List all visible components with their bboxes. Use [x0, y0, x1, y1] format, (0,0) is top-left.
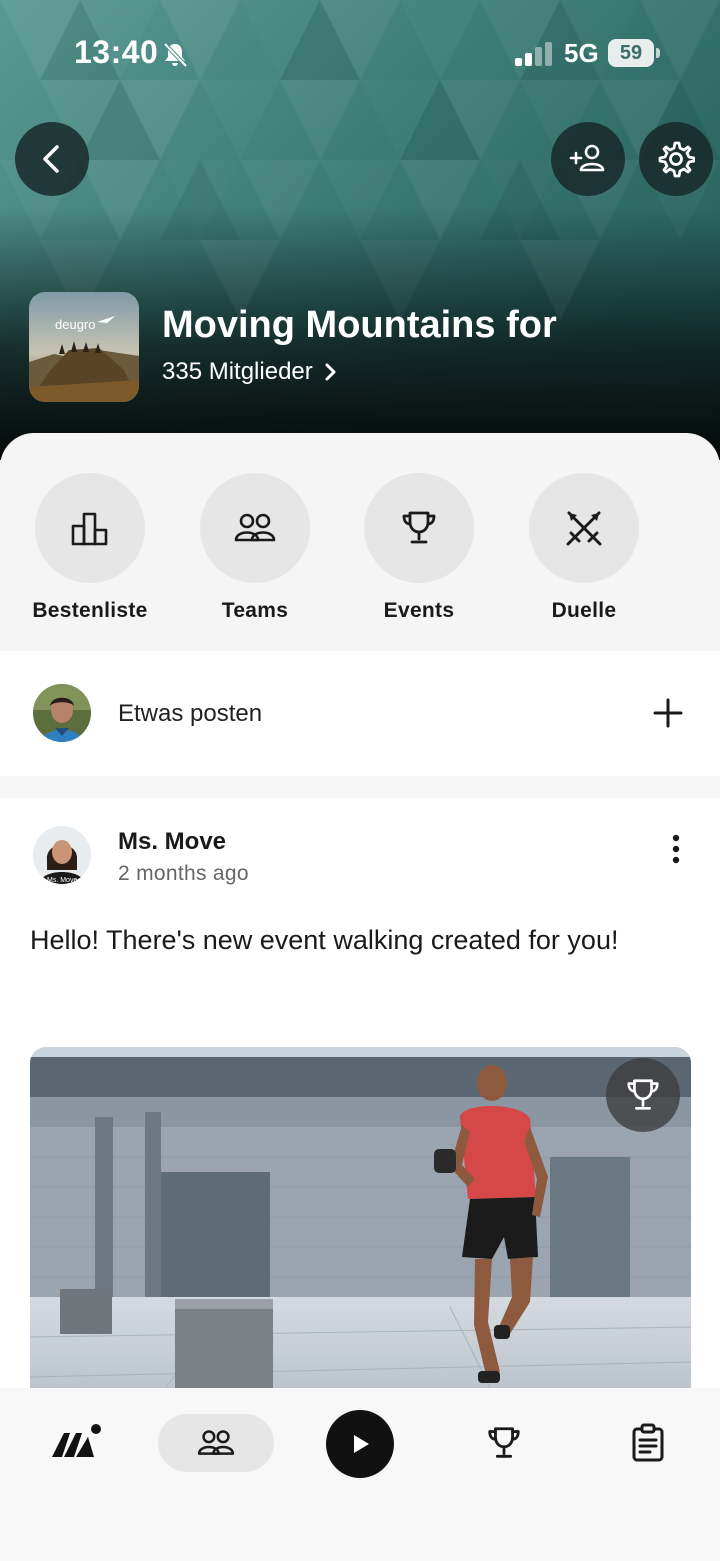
- nav-play[interactable]: [326, 1410, 394, 1478]
- more-vertical-icon[interactable]: [664, 832, 688, 866]
- composer-placeholder[interactable]: Etwas posten: [118, 700, 262, 728]
- plus-icon[interactable]: [650, 695, 686, 731]
- bottom-navigation: [0, 1388, 720, 1561]
- cell-signal-icon: [515, 42, 552, 66]
- category-duels[interactable]: Duelle: [504, 473, 664, 623]
- group-header: 13:40 5G 59 deugro Moving Mountains for …: [0, 0, 720, 460]
- members-count: 335 Mitglieder: [162, 358, 313, 385]
- network-type: 5G: [564, 38, 599, 68]
- trophy-icon: [488, 1427, 520, 1458]
- author-avatar[interactable]: Ms. Move: [33, 826, 91, 884]
- chevron-right-icon: [325, 363, 336, 381]
- category-label: Duelle: [551, 599, 617, 622]
- category-label: Bestenliste: [32, 599, 148, 622]
- battery-indicator: 59: [608, 39, 660, 67]
- avatar: [33, 684, 91, 742]
- add-person-icon: [569, 144, 605, 172]
- category-circle: [35, 473, 145, 583]
- group-title: Moving Mountains for: [162, 304, 557, 346]
- add-member-button[interactable]: [551, 122, 625, 196]
- thumb-logo-text: deugro: [55, 317, 95, 332]
- avatar-shirt-text: Ms. Move: [47, 877, 77, 884]
- back-button[interactable]: [15, 122, 89, 196]
- settings-button[interactable]: [639, 122, 713, 196]
- category-circle: [529, 473, 639, 583]
- podium-icon: [71, 512, 108, 546]
- trophy-icon: [402, 511, 436, 544]
- feed-post: Ms. Move Ms. Move 2 months ago Hello! Th…: [0, 798, 720, 1398]
- nav-tasks[interactable]: [618, 1414, 678, 1472]
- post-composer[interactable]: Etwas posten: [0, 651, 720, 776]
- group-thumbnail[interactable]: deugro: [29, 292, 139, 402]
- status-bar: 13:40 5G 59: [0, 0, 720, 100]
- post-image[interactable]: [30, 1047, 691, 1398]
- category-label: Teams: [221, 599, 289, 622]
- category-circle: [364, 473, 474, 583]
- clock-time: 13:40: [74, 34, 159, 70]
- gear-icon: [658, 141, 695, 178]
- clipboard-icon: [632, 1423, 664, 1462]
- category-circle: [200, 473, 310, 583]
- battery-level: 59: [608, 39, 654, 67]
- post-author[interactable]: Ms. Move: [118, 828, 226, 856]
- category-bar: Bestenliste Teams Events Duelle: [0, 433, 720, 651]
- category-label: Events: [383, 599, 455, 622]
- mountain-photo: deugro: [29, 292, 139, 402]
- trophy-icon: [627, 1079, 659, 1110]
- people-icon: [234, 513, 276, 542]
- members-link[interactable]: 335 Mitglieder: [162, 358, 339, 386]
- category-leaderboard[interactable]: Bestenliste: [10, 473, 170, 623]
- nav-home[interactable]: [44, 1414, 108, 1472]
- home-logo-icon: [52, 1424, 101, 1457]
- chevron-left-icon: [43, 145, 59, 173]
- nav-community[interactable]: [158, 1414, 274, 1472]
- category-events[interactable]: Events: [339, 473, 499, 623]
- crossed-swords-icon: [566, 511, 602, 546]
- community-icon: [197, 1430, 235, 1455]
- battery-tip: [656, 48, 660, 58]
- play-icon: [354, 1435, 369, 1453]
- category-teams[interactable]: Teams: [175, 473, 335, 623]
- bell-muted-icon: [163, 42, 188, 68]
- event-badge[interactable]: [606, 1058, 680, 1132]
- nav-challenges[interactable]: [474, 1414, 534, 1472]
- post-timestamp: 2 months ago: [118, 862, 249, 885]
- post-text: Hello! There's new event walking created…: [30, 925, 619, 955]
